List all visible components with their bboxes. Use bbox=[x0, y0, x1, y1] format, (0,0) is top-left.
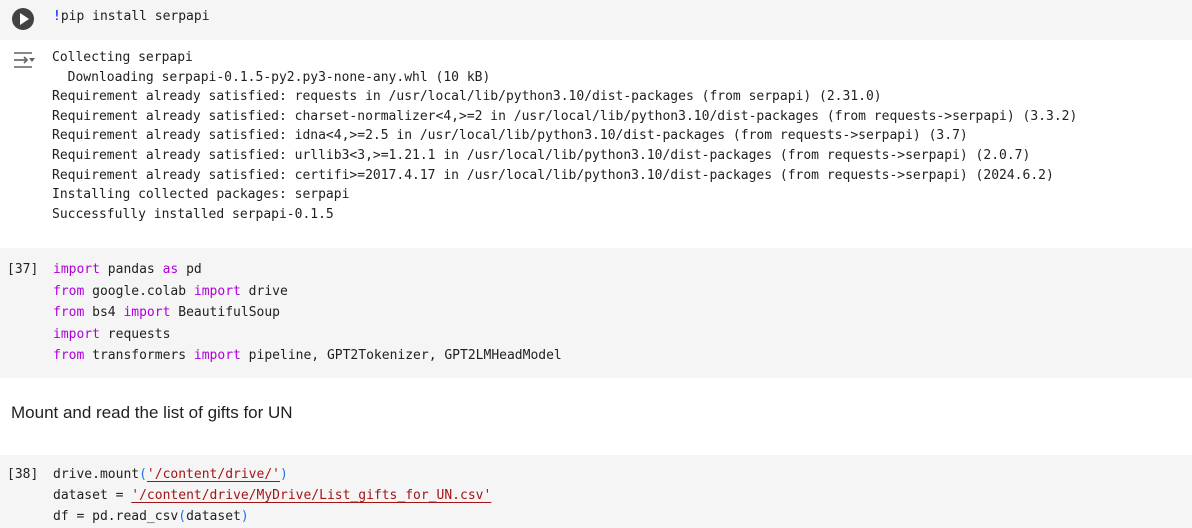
string-literal: '/content/drive/' bbox=[146, 467, 280, 482]
code-cell-imports[interactable]: [37] import pandas as pd from google.col… bbox=[0, 248, 1192, 378]
keyword: from bbox=[53, 305, 85, 320]
output-line: Requirement already satisfied: urllib3<3… bbox=[52, 148, 1031, 163]
code-text: pipeline, GPT2Tokenizer, GPT2LMHeadModel bbox=[240, 348, 562, 363]
code-line[interactable]: from google.colab import drive bbox=[53, 282, 288, 302]
code-line[interactable]: import requests bbox=[53, 325, 170, 345]
keyword: from bbox=[53, 283, 85, 299]
markdown-text: Mount and read the list of gifts for UN bbox=[11, 403, 293, 422]
keyword: from bbox=[53, 348, 85, 363]
output-line: Downloading serpapi-0.1.5-py2.py3-none-a… bbox=[52, 69, 491, 85]
output-line: Successfully installed serpapi-0.1.5 bbox=[52, 206, 334, 222]
run-cell-button[interactable] bbox=[12, 8, 34, 30]
output-line: Requirement already satisfied: charset-n… bbox=[52, 108, 1078, 124]
play-icon bbox=[20, 13, 29, 25]
code-text: pd bbox=[178, 262, 202, 277]
code-line[interactable]: import pandas as pd bbox=[53, 260, 202, 280]
code-text: google.colab bbox=[84, 283, 194, 299]
code-line[interactable]: dataset = '/content/drive/MyDrive/List_g… bbox=[53, 486, 491, 506]
execution-count: [37] bbox=[7, 262, 39, 277]
output-line: Collecting serpapi bbox=[52, 50, 193, 65]
code-line[interactable]: !pip install serpapi bbox=[53, 7, 210, 27]
code-text: requests bbox=[99, 326, 171, 342]
output-line: Requirement already satisfied: certifi>=… bbox=[52, 167, 1054, 183]
keyword: import bbox=[123, 305, 171, 320]
code-text: drive.mount bbox=[53, 467, 140, 482]
output-line: Requirement already satisfied: idna<4,>=… bbox=[52, 128, 968, 144]
output-line: Requirement already satisfied: requests … bbox=[52, 89, 882, 105]
execution-count: [38] bbox=[7, 467, 39, 482]
code-text: BeautifulSoup bbox=[170, 305, 280, 320]
keyword: import bbox=[53, 262, 100, 277]
code-text: dataset = bbox=[53, 488, 132, 503]
keyword: import bbox=[53, 326, 100, 342]
shell-bang: ! bbox=[53, 9, 61, 24]
code-line[interactable]: from bs4 import BeautifulSoup bbox=[53, 303, 280, 323]
string-literal: '/content/drive/MyDrive/List_gifts_for_U… bbox=[131, 488, 492, 503]
paren: ( bbox=[139, 467, 147, 482]
code-text: pip install serpapi bbox=[60, 9, 210, 24]
code-text: drive bbox=[240, 283, 288, 299]
code-line[interactable]: df = pd.read_csv(dataset) bbox=[53, 507, 249, 527]
keyword: import bbox=[193, 348, 241, 363]
paren: ) bbox=[240, 509, 249, 524]
code-cell-mount-drive[interactable]: [38] drive.mount('/content/drive/') data… bbox=[0, 455, 1192, 528]
keyword: import bbox=[193, 283, 241, 299]
paren: ( bbox=[178, 509, 187, 524]
code-text: transformers bbox=[84, 348, 194, 363]
output-line: Installing collected packages: serpapi bbox=[52, 187, 350, 203]
code-cell-pip-install[interactable]: !pip install serpapi bbox=[0, 0, 1192, 40]
code-text: dataset bbox=[186, 509, 241, 524]
paren: ) bbox=[279, 467, 288, 482]
code-line[interactable]: from transformers import pipeline, GPT2T… bbox=[53, 346, 562, 366]
code-text: df = pd.read_csv bbox=[53, 509, 179, 524]
code-text: pandas bbox=[99, 262, 163, 277]
output-collapse-icon[interactable] bbox=[12, 50, 38, 70]
code-line[interactable]: drive.mount('/content/drive/') bbox=[53, 465, 288, 485]
code-text: bs4 bbox=[84, 305, 124, 320]
keyword: as bbox=[162, 262, 179, 277]
